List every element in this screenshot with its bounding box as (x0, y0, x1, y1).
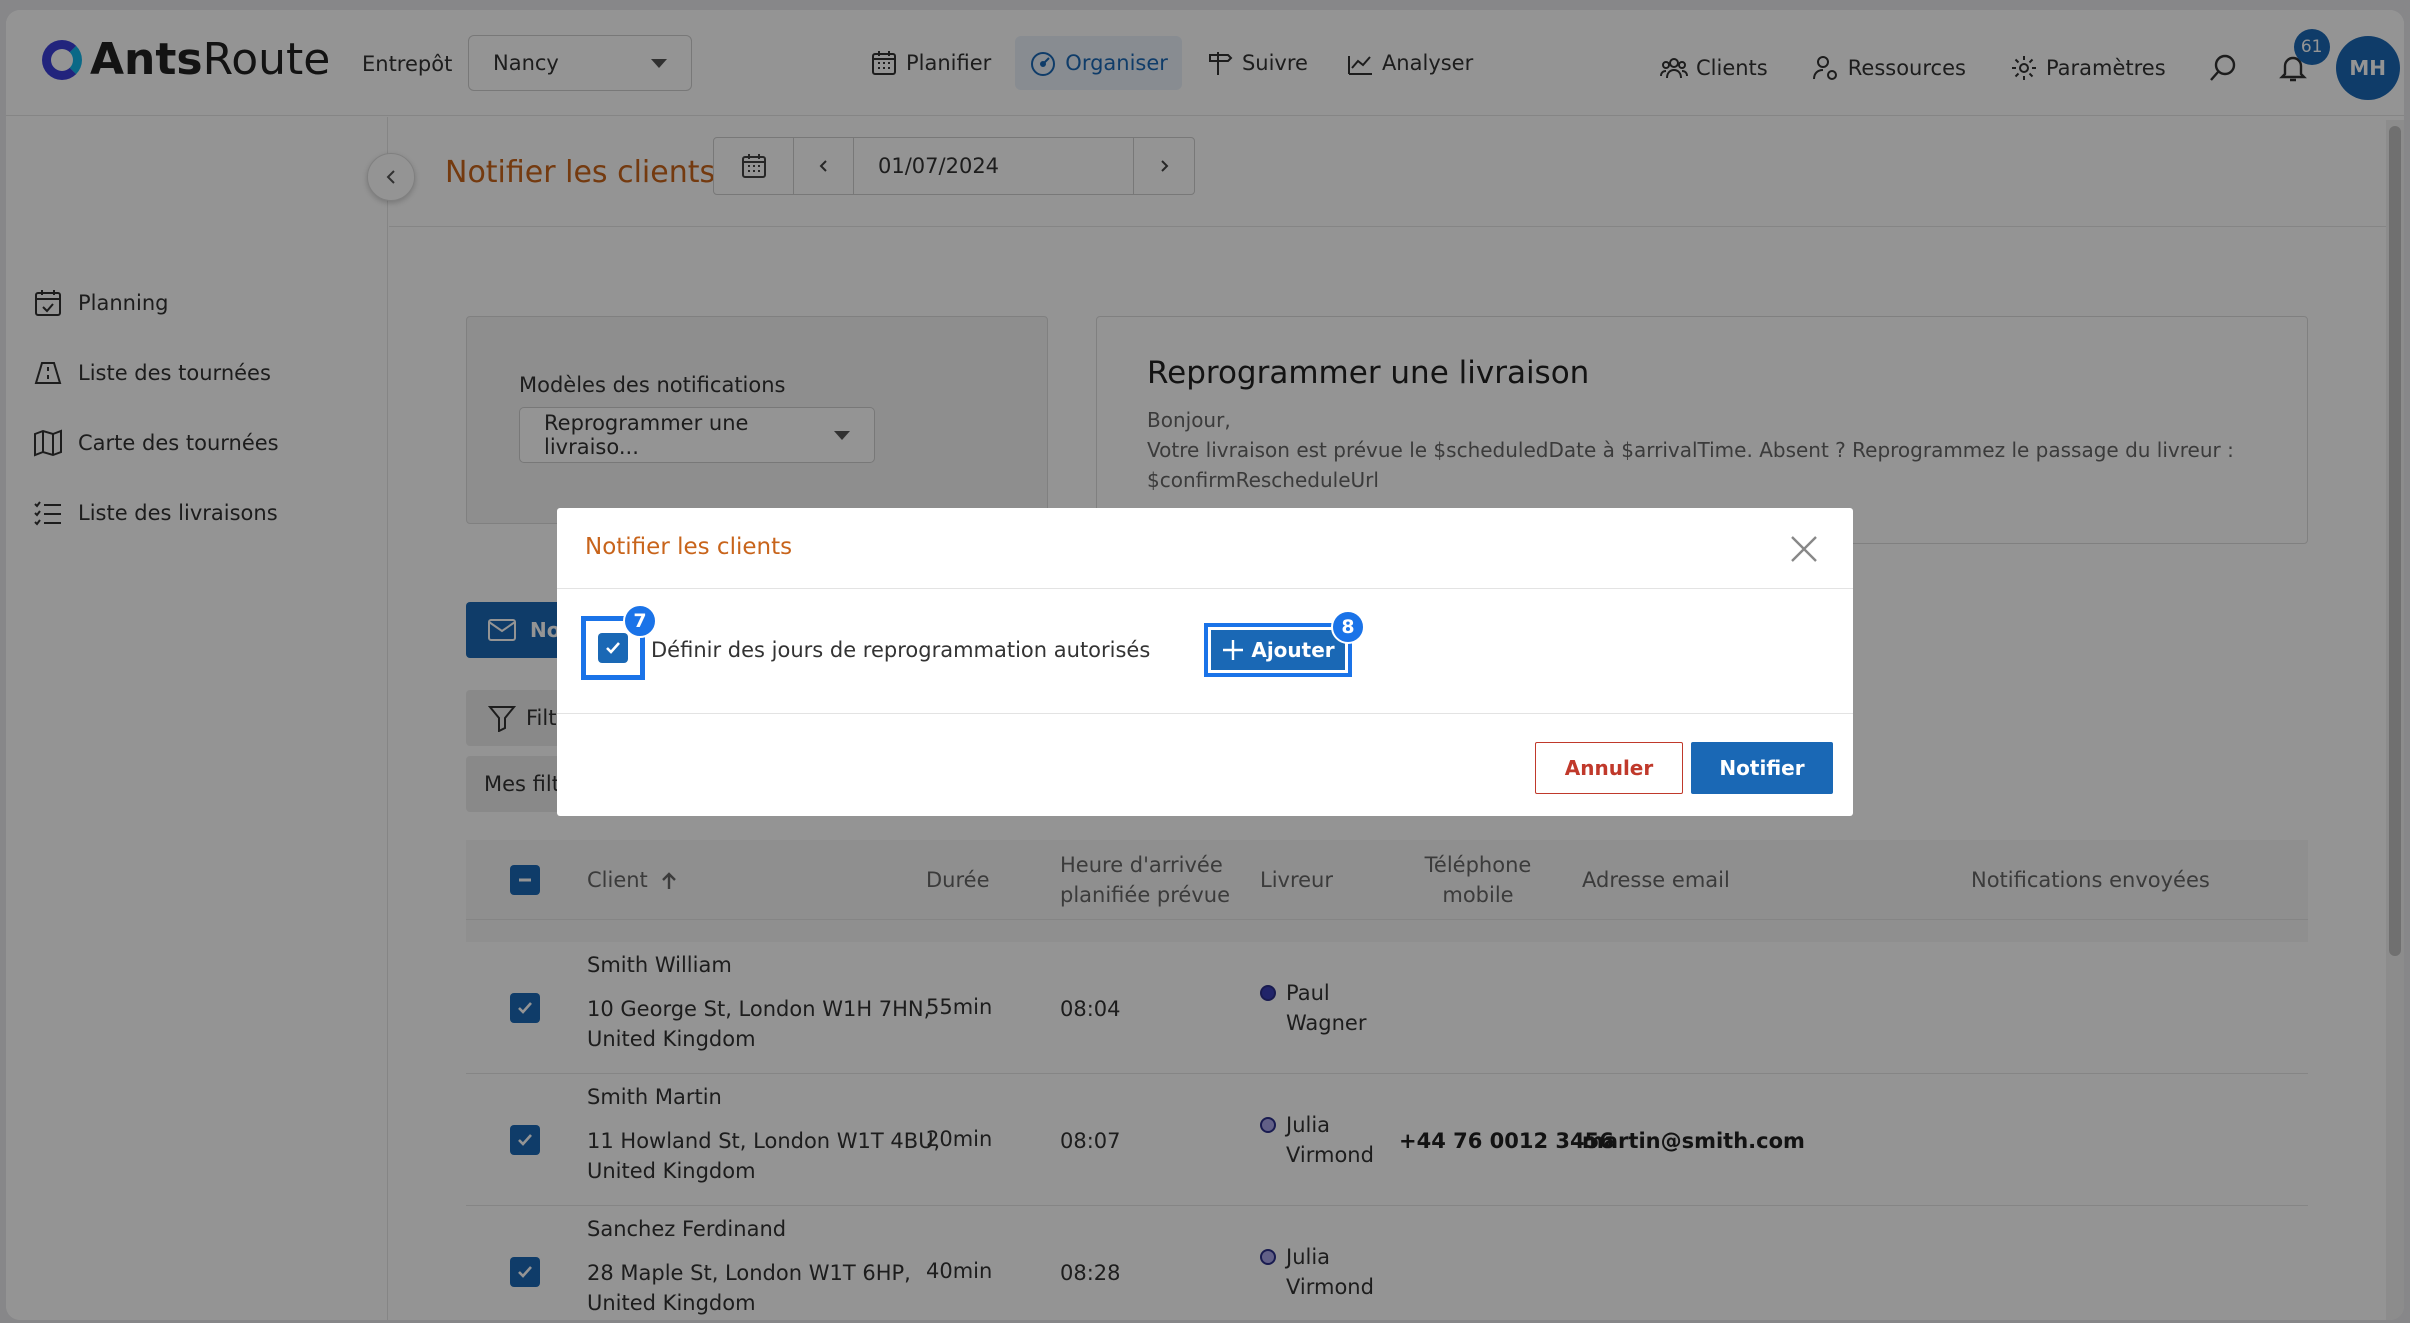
close-icon (1791, 536, 1817, 562)
add-button[interactable]: Ajouter (1211, 630, 1345, 670)
step-badge-8: 8 (1331, 610, 1365, 644)
confirm-notify-button[interactable]: Notifier (1691, 742, 1833, 794)
divider (557, 588, 1853, 589)
reschedule-days-checkbox[interactable] (598, 633, 628, 663)
add-button-highlight: Ajouter (1204, 623, 1352, 677)
notify-clients-dialog: Notifier les clients 7 Définir des jours… (557, 508, 1853, 816)
divider (557, 713, 1853, 714)
close-button[interactable] (1789, 534, 1819, 564)
dialog-title: Notifier les clients (585, 534, 793, 560)
step-badge-7: 7 (623, 604, 657, 638)
check-icon (606, 642, 620, 654)
cancel-button[interactable]: Annuler (1535, 742, 1683, 794)
add-button-label: Ajouter (1251, 638, 1335, 662)
reschedule-days-label: Définir des jours de reprogrammation aut… (651, 638, 1151, 662)
plus-icon (1223, 640, 1244, 660)
